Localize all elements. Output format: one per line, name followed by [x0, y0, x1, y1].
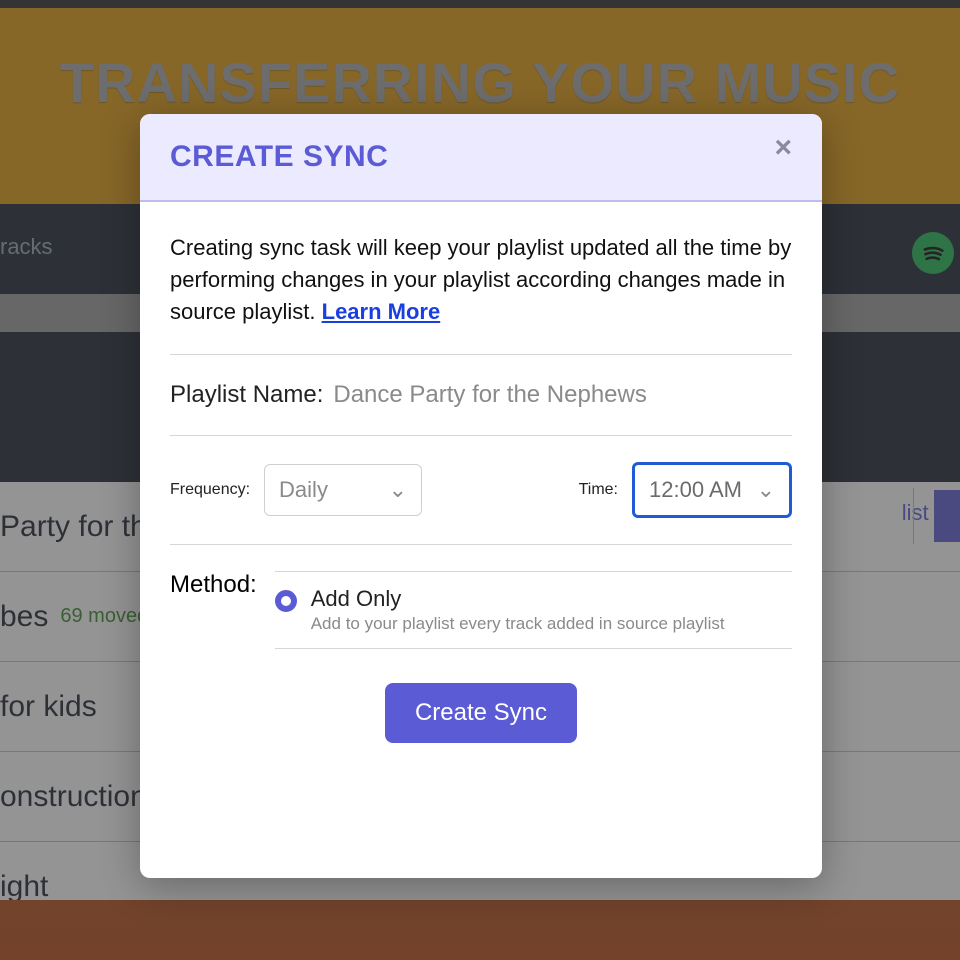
modal-description: Creating sync task will keep your playli…	[170, 232, 792, 328]
playlist-name-label: Playlist Name:	[170, 381, 323, 409]
chevron-down-icon: ⌄	[389, 477, 407, 503]
modal-description-text: Creating sync task will keep your playli…	[170, 235, 791, 324]
create-sync-modal: CREATE SYNC × Creating sync task will ke…	[140, 114, 822, 878]
divider	[170, 354, 792, 355]
close-icon[interactable]: ×	[774, 131, 792, 165]
frequency-select[interactable]: Daily ⌄	[264, 464, 422, 516]
chevron-down-icon: ⌄	[757, 477, 775, 503]
learn-more-link[interactable]: Learn More	[322, 299, 441, 324]
radio-selected-icon	[275, 590, 297, 612]
time-value: 12:00 AM	[649, 477, 742, 503]
playlist-name-value: Dance Party for the Nephews	[333, 381, 647, 409]
divider	[170, 435, 792, 436]
method-option-title: Add Only	[311, 586, 725, 612]
time-select[interactable]: 12:00 AM ⌄	[632, 462, 792, 518]
divider	[170, 544, 792, 545]
time-label: Time:	[579, 481, 618, 499]
create-sync-button[interactable]: Create Sync	[385, 683, 577, 743]
frequency-label: Frequency:	[170, 481, 250, 499]
modal-header: CREATE SYNC ×	[140, 114, 822, 202]
method-option-add-only[interactable]: Add Only Add to your playlist every trac…	[275, 571, 792, 649]
playlist-name-row: Playlist Name: Dance Party for the Nephe…	[170, 381, 792, 409]
frequency-value: Daily	[279, 477, 328, 503]
method-label: Method:	[170, 571, 257, 649]
frequency-time-row: Frequency: Daily ⌄ Time: 12:00 AM ⌄	[170, 462, 792, 518]
modal-title: CREATE SYNC	[170, 140, 388, 174]
method-option-description: Add to your playlist every track added i…	[311, 614, 725, 634]
